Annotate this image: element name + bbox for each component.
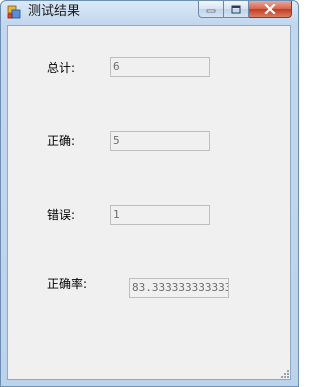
correct-textbox[interactable]: 5 (110, 131, 210, 151)
correct-label: 正确: (47, 134, 76, 148)
wrong-label: 错误: (47, 208, 76, 222)
wrong-textbox[interactable]: 1 (110, 205, 210, 225)
title-bar[interactable]: 测试结果 (1, 1, 298, 24)
total-label: 总计: (47, 61, 76, 75)
minimize-button[interactable] (198, 1, 224, 18)
maximize-button[interactable] (224, 1, 249, 18)
minimize-icon (206, 9, 216, 13)
close-button[interactable] (249, 1, 292, 18)
maximize-icon (231, 5, 241, 13)
close-icon (264, 4, 276, 14)
accuracy-label: 正确率: (47, 277, 88, 291)
total-textbox[interactable]: 6 (110, 57, 210, 77)
app-form-icon (7, 5, 21, 19)
result-window: 测试结果 总计: 6 正确: 5 错误: 1 正确率: 83.333333333… (0, 0, 299, 387)
form-client-area: 总计: 6 正确: 5 错误: 1 正确率: 83.3333333333333 (7, 25, 291, 380)
resize-grip-icon[interactable] (278, 367, 290, 379)
window-title: 测试结果 (28, 4, 81, 19)
window-controls (198, 1, 292, 19)
accuracy-textbox[interactable]: 83.3333333333333 (129, 278, 229, 298)
